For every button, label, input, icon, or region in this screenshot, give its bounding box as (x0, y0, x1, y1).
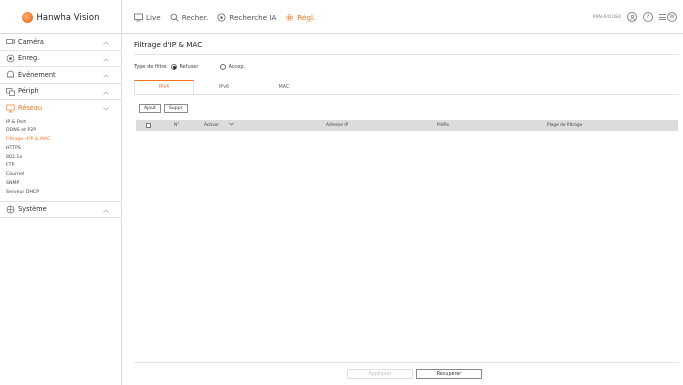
main-nav: Live Recher. Recherche IA Régl. (134, 0, 315, 34)
sidebar-item-network[interactable]: Réseau (0, 100, 121, 117)
sidebar-item-ftp[interactable]: FTP (6, 162, 121, 171)
nav-ai-search-label: Recherche IA (229, 12, 277, 22)
header-right: 99N-641084 ? W (593, 0, 677, 34)
column-ip-address: Adresse IP (326, 123, 349, 128)
sidebar-item-https[interactable]: HTTPS (6, 145, 121, 154)
apply-button[interactable]: Appliquer (347, 369, 413, 379)
sidebar-item-record[interactable]: Enreg. (0, 51, 121, 67)
sidebar-item-network-label: Réseau (18, 104, 43, 113)
gear-icon (285, 13, 294, 22)
hanwha-logo-icon (21, 11, 33, 23)
tab-mac[interactable]: MAC (254, 80, 314, 94)
help-icon[interactable]: ? (643, 12, 653, 22)
delete-button[interactable]: Suppr (163, 104, 188, 113)
chevron-up-icon (103, 89, 109, 97)
chevron-up-icon (103, 72, 109, 80)
main-panel: Filtrage d'IP & MAC Type de filtre Refus… (122, 34, 683, 385)
top-bar: Hanwha Vision Live Recher. Recherche IA … (0, 0, 683, 34)
chevron-up-icon (103, 39, 109, 47)
tab-bar: IPv4 IPv6 MAC (134, 80, 314, 94)
menu-icon[interactable]: W (659, 12, 677, 22)
filter-type-row: Type de filtre Refuser Accep. (134, 64, 245, 70)
ai-search-icon (217, 13, 226, 22)
sidebar-item-system-label: Système (18, 205, 47, 214)
column-number: N° (174, 123, 180, 128)
network-icon (6, 104, 15, 113)
tab-ipv6[interactable]: IPv6 (194, 80, 254, 94)
nav-live-label: Live (146, 12, 161, 22)
nav-search[interactable]: Recher. (170, 12, 209, 22)
chevron-up-icon (103, 56, 109, 64)
brand-name: Hanwha Vision (36, 12, 100, 22)
monitor-icon (134, 13, 143, 22)
radio-refuse[interactable] (171, 64, 178, 70)
sidebar-item-camera[interactable]: Caméra (0, 34, 121, 51)
sidebar-item-ddns-p2p[interactable]: DDNS et P2P (6, 127, 121, 136)
search-icon (170, 13, 179, 22)
page-title: Filtrage d'IP & MAC (134, 40, 203, 49)
sidebar-item-system[interactable]: Système (0, 202, 121, 219)
nav-settings-label: Régl. (297, 12, 316, 22)
nav-live[interactable]: Live (134, 13, 161, 22)
sidebar-item-record-label: Enreg. (18, 54, 40, 63)
sidebar-item-event-label: Événement (18, 70, 56, 79)
sidebar-item-ip-port[interactable]: IP & Port (6, 119, 121, 128)
sidebar-item-device-label: Périph (18, 87, 39, 96)
user-icon[interactable] (627, 12, 637, 22)
nav-settings[interactable]: Régl. (285, 13, 315, 22)
radio-accept[interactable] (220, 64, 227, 70)
tab-ipv4[interactable]: IPv4 (134, 80, 194, 94)
column-prefix: Préfix (437, 123, 450, 128)
footer-actions: Appliquer Récupérer (347, 369, 482, 379)
device-icon (6, 87, 15, 96)
table-header: N° Activer Adresse IP Préfix Plage de fi… (136, 120, 678, 131)
divider (134, 54, 679, 55)
sidebar-item-ip-mac-filter[interactable]: Filtrage d'IP & MAC (6, 136, 121, 145)
add-button[interactable]: Ajout (139, 104, 161, 113)
sidebar-item-8021x[interactable]: 802.1x (6, 154, 121, 163)
table-actions: Ajout Suppr (139, 104, 188, 113)
chevron-down-icon (103, 105, 109, 113)
logo: Hanwha Vision (0, 0, 122, 34)
sidebar-item-email[interactable]: Courriel (6, 171, 121, 180)
nav-ai-search[interactable]: Recherche IA (217, 13, 276, 22)
divider (134, 362, 679, 363)
divider (134, 94, 679, 95)
bell-icon (6, 70, 15, 79)
nav-search-label: Recher. (181, 12, 209, 22)
sidebar-item-camera-label: Caméra (18, 37, 44, 46)
device-id: 99N-641084 (592, 14, 621, 20)
menu-badge: W (667, 12, 677, 22)
sidebar: Caméra Enreg. Événement Périph Réseau IP… (0, 34, 122, 385)
chevron-down-icon[interactable] (229, 120, 234, 131)
sidebar-item-device[interactable]: Périph (0, 84, 121, 100)
sidebar-item-dhcp-server[interactable]: Serveur DHCP (6, 189, 121, 198)
record-icon (6, 54, 15, 63)
column-enable[interactable]: Activer (204, 120, 219, 131)
sidebar-item-event[interactable]: Événement (0, 67, 121, 84)
radio-accept-label: Accep. (228, 64, 246, 70)
chevron-up-icon (103, 207, 109, 215)
column-filter-range: Plage de filtrage (547, 123, 583, 128)
system-icon (6, 205, 15, 214)
camera-icon (6, 37, 15, 46)
network-submenu: IP & Port DDNS et P2P Filtrage d'IP & MA… (0, 117, 121, 202)
retrieve-button[interactable]: Récupérer (416, 369, 482, 379)
sidebar-item-snmp[interactable]: SNMP (6, 180, 121, 189)
select-all-checkbox[interactable] (146, 123, 151, 128)
filter-type-label: Type de filtre (134, 64, 167, 70)
radio-refuse-label: Refuser (179, 64, 199, 70)
